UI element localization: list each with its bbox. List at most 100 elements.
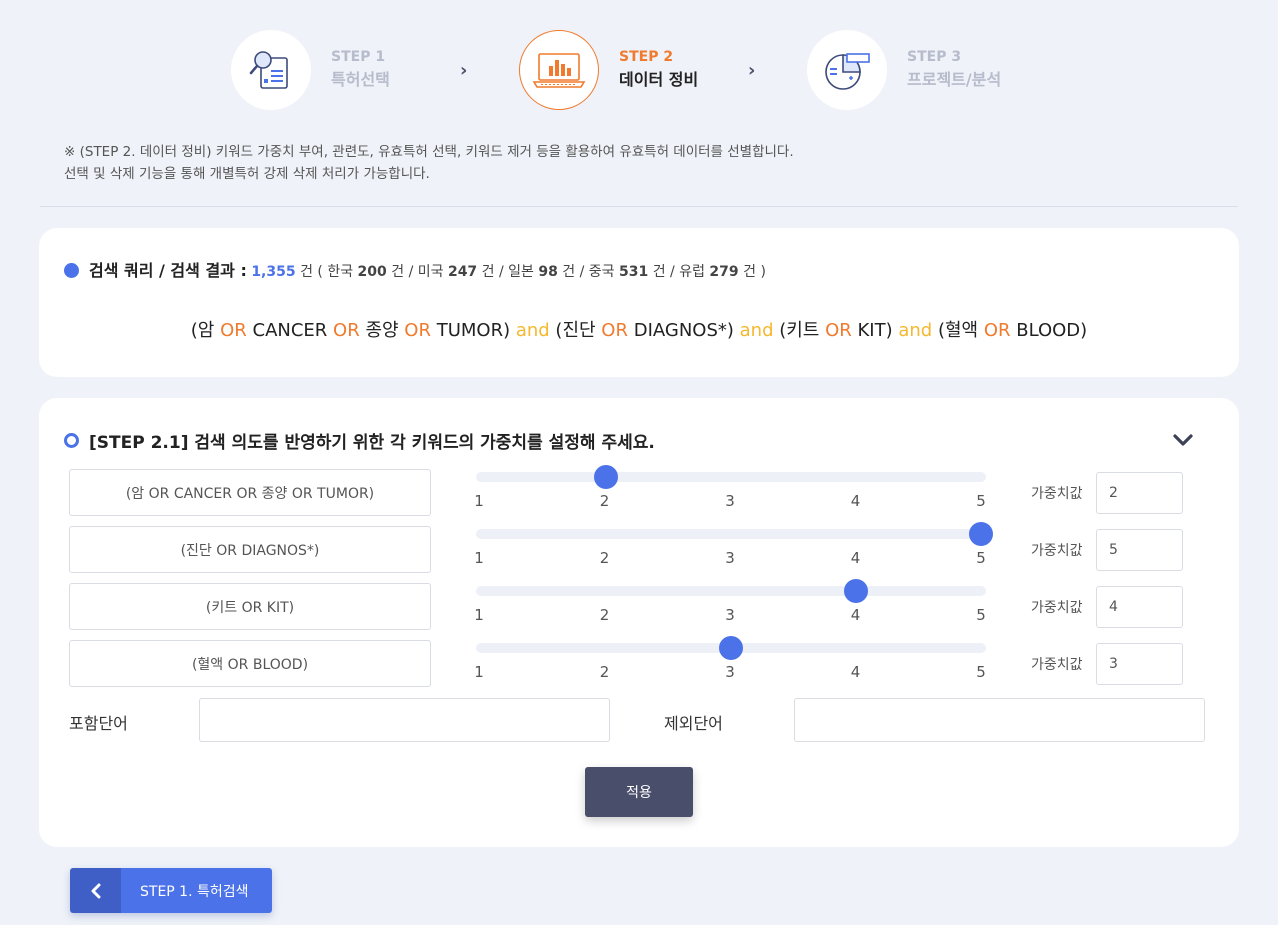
result-us-count: 247 <box>447 264 478 280</box>
keyword-group-box: (혈액 OR BLOOD) <box>69 640 431 687</box>
slider-tick-label: 2 <box>599 606 610 624</box>
operator-and: and <box>739 320 774 341</box>
slider-thumb[interactable] <box>969 522 993 546</box>
slider-tick-label: 5 <box>976 606 986 624</box>
notice-line-1: ※ (STEP 2. 데이터 정비) 키워드 가중치 부여, 관련도, 유효특허… <box>64 144 794 160</box>
query-term: DIAGNOS*) <box>627 320 740 341</box>
slider-tick-label: 4 <box>850 492 861 510</box>
query-term: BLOOD) <box>1010 320 1088 341</box>
include-input[interactable] <box>199 698 610 742</box>
step-2-number: STEP 2 <box>619 49 674 65</box>
step-1[interactable]: STEP 1 특허선택 <box>231 30 390 110</box>
slider-tick-label: 3 <box>725 663 735 681</box>
result-jp-label: 건 / 일본 <box>481 264 534 280</box>
slider-tick-label: 4 <box>850 663 861 681</box>
slider-tick-label: 1 <box>474 606 484 624</box>
keyword-group-box: (키트 OR KIT) <box>69 583 431 630</box>
result-cn-label: 건 / 중국 <box>562 264 615 280</box>
slider-tick-label: 3 <box>725 492 735 510</box>
weight-label: 가중치값 <box>1031 486 1083 502</box>
weight-value-input[interactable]: 2 <box>1096 472 1183 514</box>
slider-track[interactable] <box>476 586 986 596</box>
slider-track[interactable] <box>476 472 986 482</box>
slider-tick-label: 4 <box>850 549 861 567</box>
back-to-step1-button[interactable]: STEP 1. 특허검색 <box>70 868 272 913</box>
include-label: 포함단어 <box>69 714 128 733</box>
step-3-circle <box>807 30 887 110</box>
chevron-down-icon[interactable] <box>1171 428 1195 452</box>
step-3[interactable]: STEP 3 프로젝트/분석 <box>807 30 1001 110</box>
keyword-weight-card: [STEP 2.1] 검색 의도를 반영하기 위한 각 키워드의 가중치를 설정… <box>39 398 1239 847</box>
notice-line-2: 선택 및 삭제 기능을 통해 개별특허 강제 삭제 처리가 가능합니다. <box>64 166 430 182</box>
slider-tick-label: 4 <box>850 606 861 624</box>
slider-tick-label: 1 <box>474 663 484 681</box>
keyword-group-box: (진단 OR DIAGNOS*) <box>69 526 431 573</box>
slider-thumb[interactable] <box>719 636 743 660</box>
step-1-name: 특허선택 <box>331 70 390 89</box>
search-query: (암 OR CANCER OR 종양 OR TUMOR) and (진단 OR … <box>39 316 1239 342</box>
query-term: (암 <box>190 320 221 341</box>
section-ring-icon <box>64 433 79 448</box>
query-term: (혈액 <box>932 320 984 341</box>
slider-tick-label: 3 <box>725 549 735 567</box>
step-1-number: STEP 1 <box>331 49 386 65</box>
slider-thumb[interactable] <box>594 465 618 489</box>
result-cn-count: 531 <box>619 264 649 280</box>
slider-tick-label: 1 <box>474 492 484 510</box>
result-close: 건 ) <box>743 264 766 280</box>
chevron-left-icon <box>91 883 100 898</box>
weight-label: 가중치값 <box>1031 657 1083 673</box>
divider <box>40 206 1238 207</box>
step-arrow-1: › <box>460 60 468 81</box>
slider-track[interactable] <box>476 529 986 539</box>
search-result-card: 검색 쿼리 / 검색 결과 : 1,355 건 ( 한국 200 건 / 미국 … <box>39 228 1239 377</box>
search-result-summary: 검색 쿼리 / 검색 결과 : 1,355 건 ( 한국 200 건 / 미국 … <box>89 257 766 281</box>
keyword-group-box: (암 OR CANCER OR 종양 OR TUMOR) <box>69 469 431 516</box>
step-2-circle <box>519 30 599 110</box>
back-button-label: STEP 1. 특허검색 <box>121 868 272 913</box>
query-term: TUMOR) <box>430 320 516 341</box>
operator-and: and <box>515 320 550 341</box>
result-label: 검색 쿼리 / 검색 결과 : <box>89 261 247 280</box>
operator-or: OR <box>404 320 431 341</box>
step-3-number: STEP 3 <box>907 49 962 65</box>
data-chart-laptop-icon <box>532 53 586 88</box>
result-kr-count: 200 <box>357 264 387 280</box>
result-unit: 건 <box>300 264 313 280</box>
result-us-label: 건 / 미국 <box>391 264 444 280</box>
weight-value-input[interactable]: 4 <box>1096 586 1183 628</box>
result-kr-label: ( 한국 <box>317 264 354 280</box>
slider-tick-label: 1 <box>474 549 484 567</box>
operator-or: OR <box>220 320 247 341</box>
apply-button[interactable]: 적용 <box>585 767 693 817</box>
exclude-input[interactable] <box>794 698 1205 742</box>
bullet-icon <box>64 263 79 278</box>
step-2[interactable]: STEP 2 데이터 정비 <box>519 30 698 110</box>
slider-tick-label: 2 <box>599 663 610 681</box>
slider-tick-label: 2 <box>599 492 610 510</box>
step-notice: ※ (STEP 2. 데이터 정비) 키워드 가중치 부여, 관련도, 유효특허… <box>64 141 794 185</box>
query-term: CANCER <box>246 320 334 341</box>
analysis-report-icon <box>825 53 870 90</box>
query-term: (진단 <box>549 320 602 341</box>
slider-tick-label: 5 <box>976 663 986 681</box>
step-2-name: 데이터 정비 <box>619 70 699 89</box>
result-eu-count: 279 <box>709 264 739 280</box>
result-total: 1,355 <box>251 264 296 280</box>
query-term: KIT) <box>851 320 899 341</box>
weight-value-input[interactable]: 5 <box>1096 529 1183 571</box>
operator-or: OR <box>983 320 1011 341</box>
operator-or: OR <box>601 320 628 341</box>
slider-tick-label: 5 <box>976 492 986 510</box>
operator-and: and <box>898 320 933 341</box>
section-title: [STEP 2.1] 검색 의도를 반영하기 위한 각 키워드의 가중치를 설정… <box>89 433 655 453</box>
slider-tick-label: 5 <box>976 549 986 567</box>
weight-label: 가중치값 <box>1031 600 1083 616</box>
weight-value-input[interactable]: 3 <box>1096 643 1183 685</box>
result-jp-count: 98 <box>538 264 558 280</box>
query-term: 종양 <box>359 320 405 341</box>
step-1-circle <box>231 30 311 110</box>
operator-or: OR <box>825 320 852 341</box>
slider-tick-label: 3 <box>725 606 735 624</box>
slider-thumb[interactable] <box>844 579 868 603</box>
